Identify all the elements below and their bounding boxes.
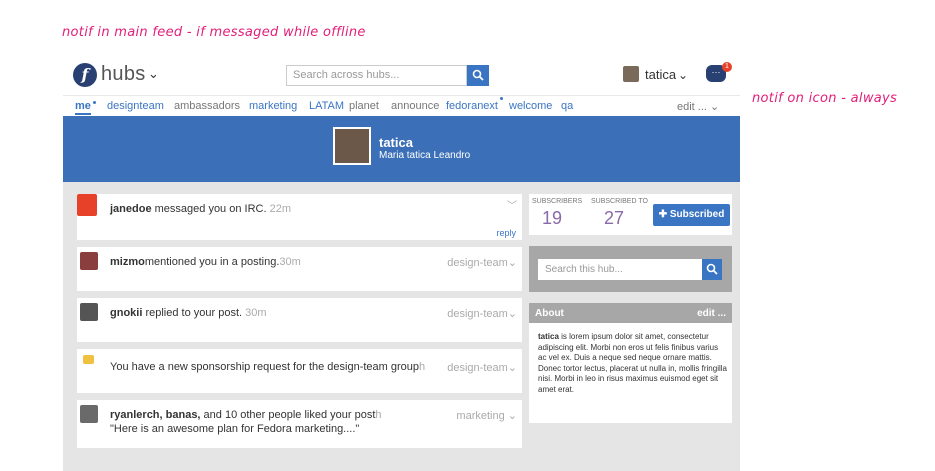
- tab-fedoranext[interactable]: fedoranext: [446, 100, 498, 112]
- hub-search-panel: Search this hub...: [529, 246, 732, 292]
- search-icon: [706, 263, 718, 275]
- notification-text: janedoe messaged you on IRC. 22m: [110, 203, 291, 215]
- subscribed-button[interactable]: ✚ Subscribed: [653, 204, 730, 226]
- group-tag[interactable]: marketing ⌄: [456, 409, 517, 422]
- tab-welcome[interactable]: welcome: [509, 100, 552, 112]
- user-avatar: [80, 405, 98, 423]
- about-text: tatica is lorem ipsum dolor sit amet, co…: [538, 332, 727, 394]
- tabs-edit-menu[interactable]: edit ... ⌄: [677, 100, 719, 113]
- main-content: janedoe messaged you on IRC. 22m ﹀ reply…: [63, 182, 740, 471]
- subscribed-to-count: 27: [604, 208, 625, 228]
- profile-fullname: Maria tatica Leandro: [379, 150, 471, 161]
- tab-announce[interactable]: announce: [391, 100, 439, 112]
- about-header: About edit ...: [529, 303, 732, 323]
- post-quote: "Here is an awesome plan for Fedora mark…: [110, 423, 360, 435]
- user-avatar: [80, 252, 98, 270]
- notification-text: ryanlerch, banas, and 10 other people li…: [110, 409, 382, 421]
- notification-card[interactable]: You have a new sponsorship request for t…: [77, 349, 522, 393]
- user-avatar: [80, 303, 98, 321]
- reply-link[interactable]: reply: [496, 228, 516, 238]
- unread-dot: [500, 97, 503, 100]
- search-button[interactable]: [467, 65, 489, 86]
- username[interactable]: tatica: [645, 67, 676, 82]
- tab-designteam[interactable]: designteam: [107, 100, 164, 112]
- tab-ambassadors[interactable]: ambassadors: [174, 100, 240, 112]
- user-menu-chevron-icon[interactable]: ⌄: [678, 68, 688, 82]
- feed-annotation: notif in main feed - if messaged while o…: [62, 25, 366, 40]
- about-panel: About edit ... tatica is lorem ipsum dol…: [529, 303, 732, 423]
- hub-search-input[interactable]: Search this hub...: [538, 259, 702, 280]
- profile-banner: tatica Maria tatica Leandro: [63, 116, 740, 182]
- group-tag[interactable]: design-team⌄: [447, 307, 517, 320]
- notification-card[interactable]: gnokii replied to your post. 30m design-…: [77, 298, 522, 342]
- icon-annotation: notif on icon - always: [752, 91, 898, 106]
- notification-badge: 1: [722, 62, 732, 72]
- chevron-down-icon[interactable]: ⌄: [148, 66, 159, 82]
- tab-marketing[interactable]: marketing: [249, 100, 297, 112]
- notification-card[interactable]: ryanlerch, banas, and 10 other people li…: [77, 400, 522, 448]
- profile-avatar: [333, 127, 371, 165]
- profile-name: tatica: [379, 135, 413, 150]
- tab-me[interactable]: me: [75, 100, 91, 115]
- fedora-logo-icon[interactable]: f: [73, 63, 97, 87]
- chevron-down-icon[interactable]: ﹀: [507, 197, 517, 212]
- global-search-input[interactable]: Search across hubs...: [286, 65, 467, 86]
- notification-text: mizmomentioned you in a posting.30m: [110, 256, 301, 268]
- notification-card[interactable]: mizmomentioned you in a posting.30m desi…: [77, 247, 522, 291]
- app-window: f hubs ⌄ Search across hubs... tatica ⌄ …: [63, 56, 740, 471]
- irc-avatar-icon: [77, 194, 97, 216]
- notification-card[interactable]: janedoe messaged you on IRC. 22m ﹀ reply: [77, 194, 522, 240]
- hub-search-button[interactable]: [702, 259, 722, 280]
- group-tag[interactable]: design-team⌄: [447, 256, 517, 269]
- tab-planet[interactable]: planet: [349, 100, 379, 112]
- tab-latam[interactable]: LATAM: [309, 100, 344, 112]
- search-icon: [472, 69, 484, 81]
- about-title: About: [535, 308, 564, 319]
- subscribers-count: 19: [542, 208, 563, 228]
- about-edit-link[interactable]: edit ...: [697, 308, 726, 319]
- tab-qa[interactable]: qa: [561, 100, 573, 112]
- subscribed-to-label: SUBSCRIBED TO: [591, 198, 648, 205]
- subscription-stats: SUBSCRIBERS 19 SUBSCRIBED TO 27 ✚ Subscr…: [529, 194, 732, 235]
- unread-dot: [93, 101, 96, 104]
- user-avatar[interactable]: [623, 66, 639, 82]
- brand-title[interactable]: hubs: [101, 63, 146, 86]
- notification-text: gnokii replied to your post. 30m: [110, 307, 267, 319]
- subscribers-label: SUBSCRIBERS: [532, 198, 583, 205]
- top-bar: f hubs ⌄ Search across hubs... tatica ⌄ …: [63, 56, 740, 96]
- notification-text: You have a new sponsorship request for t…: [110, 361, 426, 373]
- group-tag[interactable]: design-team⌄: [447, 361, 517, 374]
- sponsorship-icon: [83, 355, 94, 364]
- hub-tabs: me designteam ambassadors marketing LATA…: [63, 96, 740, 116]
